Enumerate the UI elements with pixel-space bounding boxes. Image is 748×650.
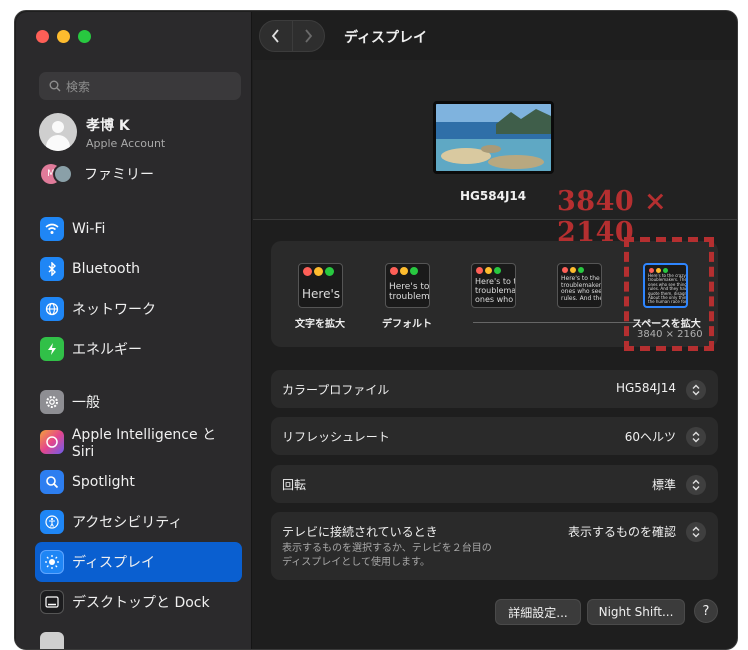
scale-option-medium[interactable]: Here's to t troublema ones who (471, 263, 516, 308)
sidebar-item-network[interactable]: ネットワーク (35, 291, 242, 327)
scale-option-more[interactable]: Here's to the troublemakers. ones who se… (557, 263, 602, 308)
scale-preview-text: Here's (302, 287, 341, 301)
chevron-updown-icon[interactable] (686, 475, 706, 495)
sidebar-item-displays[interactable]: ディスプレイ (35, 542, 242, 582)
scale-option-default[interactable]: Here's to troublem (385, 263, 430, 308)
scale-preview-text: Here's to the troublemakers. ones who se… (561, 275, 602, 302)
sidebar-item-siri[interactable]: Apple Intelligence と Siri (35, 424, 242, 460)
family-label: ファミリー (84, 167, 154, 183)
navigation-buttons (259, 20, 325, 52)
color-profile-value: HG584J14 (615, 381, 676, 395)
sidebar-item-label: Spotlight (72, 474, 135, 490)
sidebar-item-label: エネルギー (72, 342, 142, 358)
sidebar: 検索 孝博 K Apple Account M ファミリー Wi-Fi Blue… (16, 12, 252, 649)
monitor-thumbnail[interactable] (433, 101, 554, 174)
color-profile-row[interactable]: カラープロファイル HG584J14 (271, 370, 718, 408)
refresh-rate-row[interactable]: リフレッシュレート 60ヘルツ (271, 417, 718, 455)
sun-icon (40, 550, 64, 574)
sidebar-item-accessibility[interactable]: アクセシビリティ (35, 504, 242, 540)
family-avatars-icon: M (39, 164, 75, 184)
battery-bolt-icon (40, 337, 64, 361)
sidebar-item-desktop-dock[interactable]: デスクトップと Dock (35, 584, 242, 620)
scale-option-label: 文字を拡大 (295, 319, 345, 330)
sidebar-item-bluetooth[interactable]: Bluetooth (35, 251, 242, 287)
apple-account-item[interactable]: 孝博 K Apple Account (39, 113, 165, 151)
minimize-window-button[interactable] (57, 30, 70, 43)
sidebar-item-label: デスクトップと Dock (72, 595, 210, 611)
tv-connection-value: 表示するものを確認 (567, 525, 676, 539)
sidebar-item-general[interactable]: 一般 (35, 384, 242, 420)
sidebar-item-label: Bluetooth (72, 261, 140, 277)
sidebar-item-energy[interactable]: エネルギー (35, 331, 242, 367)
rotation-label: 回転 (282, 478, 307, 492)
resolution-annotation: 3840 × 2140 (557, 186, 668, 248)
gear-icon (40, 390, 64, 414)
tv-connection-label: テレビに接続されているとき (282, 525, 438, 539)
account-name: 孝博 K (86, 117, 130, 134)
scale-option-label: デフォルト (382, 319, 432, 330)
sidebar-item-wifi[interactable]: Wi-Fi (35, 211, 242, 247)
scale-option-larger-text[interactable]: Here's (298, 263, 343, 308)
page-title: ディスプレイ (344, 30, 428, 46)
sidebar-item-partial[interactable] (35, 626, 242, 649)
chevron-left-icon (272, 29, 279, 43)
scale-preview-text: Here's to troublem (389, 282, 430, 302)
globe-icon (40, 297, 64, 321)
refresh-rate-label: リフレッシュレート (282, 430, 390, 444)
account-subtitle: Apple Account (86, 136, 166, 150)
chevron-updown-icon[interactable] (686, 380, 706, 400)
sidebar-item-label: 一般 (72, 395, 100, 411)
scale-preview-text: Here's to t troublema ones who (475, 277, 516, 304)
forward-button[interactable] (291, 21, 325, 51)
magnifier-icon (40, 470, 64, 494)
sidebar-item-spotlight[interactable]: Spotlight (35, 464, 242, 500)
search-icon (49, 80, 61, 92)
chevron-right-icon (305, 29, 312, 43)
zoom-window-button[interactable] (78, 30, 91, 43)
sidebar-item-label: Apple Intelligence と Siri (71, 427, 217, 460)
annotation-highlight-box (624, 237, 714, 351)
sidebar-item-label: アクセシビリティ (72, 515, 183, 531)
search-placeholder: 検索 (66, 79, 91, 94)
titlebar: ディスプレイ (253, 12, 737, 60)
monitor-name: HG584J14 (460, 189, 527, 203)
back-button[interactable] (260, 21, 292, 51)
sidebar-item-label: ネットワーク (72, 302, 156, 318)
wifi-icon (40, 217, 64, 241)
family-item[interactable]: M ファミリー (39, 164, 154, 184)
avatar (39, 113, 77, 151)
sidebar-item-label: ディスプレイ (72, 555, 156, 571)
color-profile-label: カラープロファイル (282, 383, 390, 397)
search-field[interactable]: 検索 (39, 72, 241, 100)
tv-connection-row[interactable]: テレビに接続されているとき 表示するものを確認 表示するものを選択するか、テレビ… (271, 512, 718, 580)
dock-icon (40, 590, 64, 614)
tv-connection-description: 表示するものを選択するか、テレビを２台目の ディスプレイとして使用します。 (282, 543, 492, 568)
sidebar-item-label: Wi-Fi (72, 221, 106, 237)
accessibility-icon (40, 510, 64, 534)
close-window-button[interactable] (36, 30, 49, 43)
night-shift-button[interactable]: Night Shift... (587, 599, 685, 625)
advanced-settings-button[interactable]: 詳細設定... (495, 599, 581, 625)
refresh-rate-value: 60ヘルツ (624, 430, 676, 444)
rotation-row[interactable]: 回転 標準 (271, 465, 718, 503)
help-button[interactable]: ? (694, 599, 718, 623)
rotation-value: 標準 (651, 478, 676, 492)
chevron-updown-icon[interactable] (686, 427, 706, 447)
bluetooth-icon (40, 257, 64, 281)
chevron-updown-icon[interactable] (686, 522, 706, 542)
siri-icon (40, 430, 64, 454)
